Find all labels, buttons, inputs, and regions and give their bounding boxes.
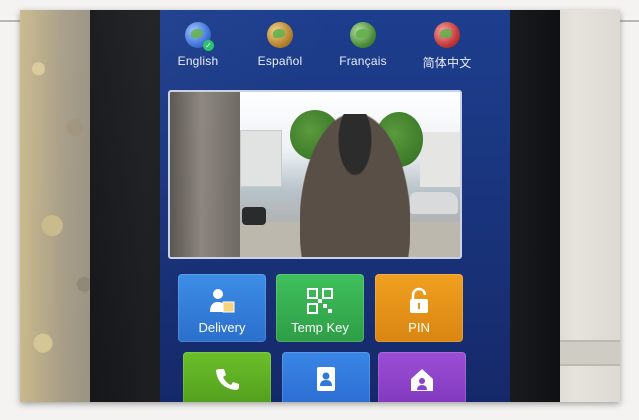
building <box>420 132 460 187</box>
lock-icon <box>410 287 428 313</box>
phone-call-icon <box>216 369 239 390</box>
globe-icon <box>350 22 376 48</box>
parked-car <box>242 207 266 225</box>
language-chinese[interactable]: 简体中文 <box>407 22 487 71</box>
language-label: English <box>177 54 219 68</box>
camera-preview <box>168 90 462 259</box>
language-label: Français <box>339 54 387 68</box>
language-english[interactable]: ✓ English <box>158 22 238 68</box>
pin-button[interactable]: PIN <box>375 274 463 342</box>
building <box>240 130 282 187</box>
home-user-icon <box>411 369 433 391</box>
qr-code-icon <box>307 288 333 314</box>
call-button[interactable] <box>183 352 271 402</box>
contacts-button[interactable] <box>282 352 370 402</box>
temp-key-label: Temp Key <box>291 320 349 335</box>
selected-check-icon: ✓ <box>203 40 214 51</box>
temp-key-button[interactable]: Temp Key <box>276 274 364 342</box>
contacts-icon <box>317 367 335 391</box>
delivery-label: Delivery <box>198 320 246 335</box>
pin-label: PIN <box>408 320 430 335</box>
delivery-icon <box>210 289 235 313</box>
globe-icon <box>434 22 460 48</box>
door-post <box>170 92 240 257</box>
language-label: Español <box>257 54 303 68</box>
globe-icon <box>267 22 293 48</box>
parked-car <box>410 192 458 214</box>
globe-icon: ✓ <box>185 22 214 51</box>
photo-frame: ✓ English Español Français 简体中文 Delivery… <box>20 10 620 402</box>
language-spanish[interactable]: Español <box>240 22 320 68</box>
language-french[interactable]: Français <box>323 22 403 68</box>
person-reflection <box>300 114 410 257</box>
language-label: 简体中文 <box>422 56 472 70</box>
delivery-button[interactable]: Delivery <box>178 274 266 342</box>
home-user-button[interactable] <box>378 352 466 402</box>
